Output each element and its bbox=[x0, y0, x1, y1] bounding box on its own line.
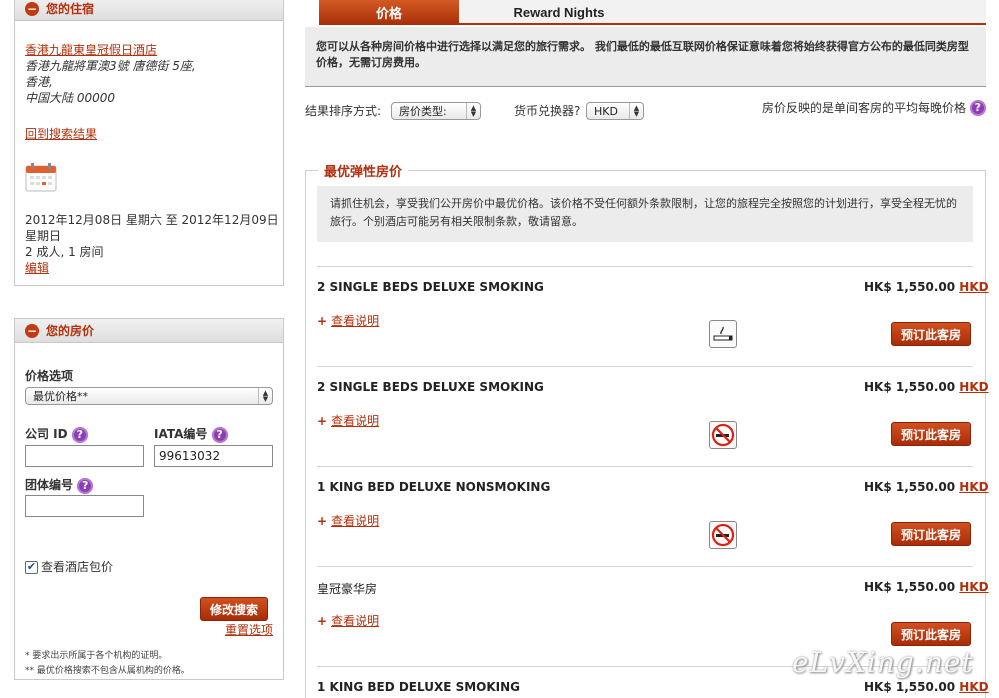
sort-select[interactable]: 房价类型: ▲ ▼ bbox=[391, 102, 481, 120]
section-title: 最优弹性房价 bbox=[318, 161, 409, 180]
rate-option-label: 价格选项 bbox=[25, 369, 74, 383]
sort-value: 房价类型: bbox=[399, 105, 447, 118]
sort-label: 结果排序方式: bbox=[305, 104, 382, 118]
smoking-icon bbox=[709, 320, 737, 348]
iata-input[interactable]: 99613032 bbox=[154, 445, 273, 467]
room-name: 2 SINGLE BEDS DELUXE SMOKING bbox=[317, 280, 544, 294]
room-price: HK$ 1,550.00 HKD bbox=[864, 380, 989, 394]
divider bbox=[317, 466, 973, 467]
hotel-address-line2: 香港, bbox=[25, 75, 53, 89]
iata-label: IATA编号 ? bbox=[154, 426, 228, 443]
room-price: HK$ 1,550.00 HKD bbox=[864, 680, 989, 694]
footnote-1: * 要求出示所属于各个机构的证明。 bbox=[25, 651, 168, 661]
room-price: HK$ 1,550.00 HKD bbox=[864, 480, 989, 494]
room-price: HK$ 1,550.00 HKD bbox=[864, 280, 989, 294]
currency-link[interactable]: HKD bbox=[959, 480, 988, 494]
rate-panel-title: 您的房价 bbox=[46, 324, 95, 338]
plus-icon: + bbox=[317, 514, 328, 528]
group-code-input[interactable] bbox=[25, 495, 144, 517]
watermark: eLvXing.net bbox=[792, 646, 974, 679]
view-details-link[interactable]: + 查看说明 bbox=[317, 413, 379, 429]
hotel-address-line1: 香港九龍將軍澳3號 唐德街 5座, bbox=[25, 59, 196, 73]
help-icon[interactable]: ? bbox=[969, 100, 986, 116]
footnote-2: ** 最优价格搜索不包含从属机构的价格。 bbox=[25, 666, 190, 676]
stay-dates-line2: 星期日 bbox=[25, 229, 62, 243]
room-price: HK$ 1,550.00 HKD bbox=[864, 580, 989, 594]
room-name: 1 KING BED DELUXE NONSMOKING bbox=[317, 480, 551, 494]
currency-select[interactable]: HKD ▲ ▼ bbox=[586, 102, 644, 120]
divider bbox=[317, 566, 973, 567]
view-details-link[interactable]: + 查看说明 bbox=[317, 513, 379, 529]
company-id-input[interactable] bbox=[25, 445, 144, 467]
updown-icon: ▲ ▼ bbox=[629, 103, 643, 119]
no-smoking-icon bbox=[709, 421, 737, 449]
book-room-button[interactable]: 预订此客房 bbox=[891, 322, 971, 346]
rates-section bbox=[305, 170, 986, 698]
no-smoking-icon bbox=[709, 521, 737, 549]
group-code-label: 团体编号 ? bbox=[25, 477, 94, 494]
book-room-button[interactable]: 预订此客房 bbox=[891, 522, 971, 546]
section-desc: 请抓住机会，享受我们公开房价中最优价格。该价格不受任何额外条款限制，让您的旅程完… bbox=[330, 197, 957, 228]
room-name: 皇冠豪华房 bbox=[317, 582, 378, 596]
room-name: 2 SINGLE BEDS DELUXE SMOKING bbox=[317, 380, 544, 394]
edit-stay-link[interactable]: 编辑 bbox=[25, 260, 49, 276]
divider bbox=[317, 266, 973, 267]
rate-option-value: 最优价格** bbox=[33, 390, 88, 403]
book-room-button[interactable]: 预订此客房 bbox=[891, 422, 971, 446]
plus-icon: + bbox=[317, 314, 328, 328]
book-room-button[interactable]: 预订此客房 bbox=[891, 622, 971, 646]
view-details-link[interactable]: + 查看说明 bbox=[317, 313, 379, 329]
currency-link[interactable]: HKD bbox=[959, 280, 988, 294]
currency-link[interactable]: HKD bbox=[959, 580, 988, 594]
collapse-icon[interactable]: − bbox=[25, 1, 39, 16]
currency-label: 货币兑换器? bbox=[514, 104, 581, 118]
package-checkbox-row[interactable]: ✔ 查看酒店包价 bbox=[25, 559, 113, 575]
help-icon[interactable]: ? bbox=[211, 426, 228, 443]
rate-panel-header: − 您的房价 bbox=[15, 319, 283, 343]
updown-icon: ▲ ▼ bbox=[258, 388, 272, 404]
divider bbox=[317, 366, 973, 367]
stay-panel-header: − 您的住宿 bbox=[15, 0, 283, 21]
modify-search-button[interactable]: 修改搜索 bbox=[200, 597, 268, 621]
currency-link[interactable]: HKD bbox=[959, 680, 988, 694]
plus-icon: + bbox=[317, 614, 328, 628]
help-icon[interactable]: ? bbox=[77, 477, 94, 494]
company-id-label: 公司 ID ? bbox=[25, 426, 88, 443]
guest-count: 2 成人, 1 房间 bbox=[25, 245, 104, 259]
currency-value: HKD bbox=[594, 104, 618, 118]
stay-dates-line1: 2012年12月08日 星期六 至 2012年12月09日 bbox=[25, 213, 279, 227]
intro-text: 您可以从各种房间价格中进行选择以满足您的旅行需求。 我们最低的最低互联网价格保证… bbox=[316, 40, 969, 69]
currency-link[interactable]: HKD bbox=[959, 380, 988, 394]
view-details-link[interactable]: + 查看说明 bbox=[317, 613, 379, 629]
hotel-name-link[interactable]: 香港九龍東皇冠假日酒店 bbox=[25, 42, 157, 58]
collapse-icon[interactable]: − bbox=[25, 323, 39, 338]
plus-icon: + bbox=[317, 414, 328, 428]
calendar-icon bbox=[25, 162, 57, 192]
room-name: 1 KING BED DELUXE SMOKING bbox=[317, 680, 521, 694]
reset-options-link[interactable]: 重置选项 bbox=[225, 622, 273, 638]
stay-title: 您的住宿 bbox=[46, 2, 95, 16]
package-label: 查看酒店包价 bbox=[41, 560, 114, 574]
nightly-rate-note: 房价反映的是单间客房的平均每晚价格 ? bbox=[762, 100, 986, 116]
tab-price[interactable]: 价格 bbox=[319, 0, 459, 25]
updown-icon: ▲ ▼ bbox=[466, 103, 480, 119]
package-checkbox[interactable]: ✔ bbox=[25, 560, 38, 574]
help-icon[interactable]: ? bbox=[71, 426, 88, 443]
back-to-results-link[interactable]: 回到搜索结果 bbox=[25, 126, 97, 142]
rate-option-select[interactable]: 最优价格** ▲ ▼ bbox=[25, 387, 273, 405]
tab-reward-nights[interactable]: Reward Nights bbox=[459, 0, 659, 25]
hotel-address-line3: 中国大陆 00000 bbox=[25, 91, 115, 105]
